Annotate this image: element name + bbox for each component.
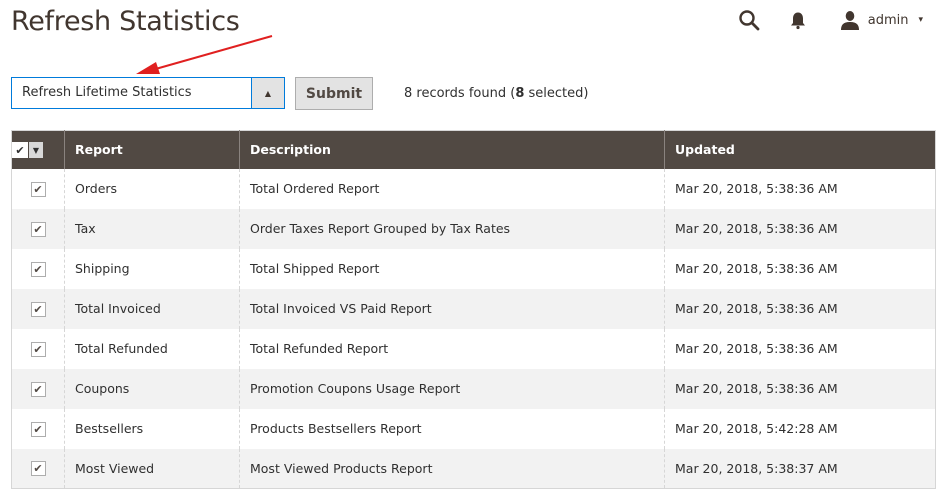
check-icon: ✔ — [33, 462, 43, 476]
statistics-grid: ✔ ▼ Report Description Updated ✔ Orders To… — [11, 130, 936, 489]
updated-cell: Mar 20, 2018, 5:38:36 AM — [664, 328, 936, 369]
description-cell: Total Shipped Report — [239, 248, 665, 289]
row-checkbox[interactable]: ✔ — [30, 381, 46, 397]
caret-up-icon: ▲ — [264, 88, 272, 98]
updated-cell: Mar 20, 2018, 5:38:36 AM — [664, 208, 936, 249]
check-icon: ✔ — [33, 382, 43, 396]
row-checkbox[interactable]: ✔ — [30, 341, 46, 357]
description-cell: Total Invoiced VS Paid Report — [239, 288, 665, 329]
row-select-cell: ✔ — [11, 168, 65, 209]
check-icon: ✔ — [33, 222, 43, 236]
description-cell: Most Viewed Products Report — [239, 448, 665, 489]
check-icon: ✔ — [33, 262, 43, 276]
row-checkbox[interactable]: ✔ — [30, 181, 46, 197]
row-select-cell: ✔ — [11, 248, 65, 289]
row-checkbox[interactable]: ✔ — [30, 261, 46, 277]
search-icon — [739, 10, 760, 31]
check-icon: ✔ — [15, 143, 25, 157]
annotation-arrow — [136, 35, 273, 74]
report-cell: Tax — [64, 208, 240, 249]
grid-header-row: ✔ ▼ Report Description Updated — [11, 130, 936, 169]
updated-cell: Mar 20, 2018, 5:38:36 AM — [664, 168, 936, 209]
action-select[interactable]: Refresh Lifetime Statistics ▲ — [11, 77, 285, 109]
report-cell: Coupons — [64, 368, 240, 409]
mass-select-dropdown[interactable]: ▼ — [29, 142, 43, 158]
submit-button[interactable]: Submit — [295, 77, 373, 110]
row-select-cell: ✔ — [11, 208, 65, 249]
description-cell: Order Taxes Report Grouped by Tax Rates — [239, 208, 665, 249]
report-cell: Total Refunded — [64, 328, 240, 369]
records-count: 8 records found (8 selected) — [404, 86, 589, 101]
select-toggle-button[interactable]: ▲ — [251, 78, 284, 108]
report-cell: Shipping — [64, 248, 240, 289]
mass-select-checkbox[interactable]: ✔ — [12, 142, 28, 158]
row-select-cell: ✔ — [11, 328, 65, 369]
check-icon: ✔ — [33, 302, 43, 316]
updated-cell: Mar 20, 2018, 5:38:36 AM — [664, 248, 936, 289]
selected-count: 8 — [515, 86, 525, 101]
row-select-cell: ✔ — [11, 368, 65, 409]
updated-cell: Mar 20, 2018, 5:38:36 AM — [664, 288, 936, 329]
table-row: ✔ Shipping Total Shipped Report Mar 20, 201… — [11, 248, 936, 289]
description-cell: Total Refunded Report — [239, 328, 665, 369]
check-icon: ✔ — [33, 182, 43, 196]
report-cell: Most Viewed — [64, 448, 240, 489]
table-row: ✔ Orders Total Ordered Report Mar 20, 2018,… — [11, 168, 936, 209]
mass-select[interactable]: ✔ ▼ — [12, 142, 43, 158]
action-select-value: Refresh Lifetime Statistics — [22, 85, 192, 100]
table-row: ✔ Tax Order Taxes Report Grouped by Tax Ra… — [11, 208, 936, 249]
table-row: ✔ Total Refunded Total Refunded Report Mar … — [11, 328, 936, 369]
row-checkbox[interactable]: ✔ — [30, 221, 46, 237]
row-checkbox[interactable]: ✔ — [30, 461, 46, 477]
description-cell: Total Ordered Report — [239, 168, 665, 209]
header-actions: admin ▾ — [738, 8, 923, 32]
report-cell: Total Invoiced — [64, 288, 240, 329]
report-cell: Orders — [64, 168, 240, 209]
bell-icon — [790, 12, 805, 29]
user-name: admin — [867, 12, 909, 28]
updated-cell: Mar 20, 2018, 5:38:36 AM — [664, 368, 936, 409]
chevron-down-icon: ▼ — [32, 145, 40, 155]
table-row: ✔ Total Invoiced Total Invoiced VS Paid Re… — [11, 288, 936, 329]
updated-cell: Mar 20, 2018, 5:42:28 AM — [664, 408, 936, 449]
chevron-down-icon: ▾ — [918, 15, 923, 25]
user-icon — [840, 11, 859, 30]
row-select-cell: ✔ — [11, 448, 65, 489]
row-checkbox[interactable]: ✔ — [30, 301, 46, 317]
table-row: ✔ Coupons Promotion Coupons Usage Report Ma… — [11, 368, 936, 409]
mass-select-header: ✔ ▼ — [11, 130, 65, 169]
row-select-cell: ✔ — [11, 288, 65, 329]
report-cell: Bestsellers — [64, 408, 240, 449]
table-row: ✔ Bestsellers Products Bestsellers Report M… — [11, 408, 936, 449]
row-select-cell: ✔ — [11, 408, 65, 449]
row-checkbox[interactable]: ✔ — [30, 421, 46, 437]
notifications-button[interactable] — [790, 11, 806, 30]
column-header-updated[interactable]: Updated — [664, 130, 936, 169]
user-menu[interactable]: admin ▾ — [840, 10, 923, 30]
description-cell: Products Bestsellers Report — [239, 408, 665, 449]
check-icon: ✔ — [33, 342, 43, 356]
column-header-description[interactable]: Description — [239, 130, 665, 169]
updated-cell: Mar 20, 2018, 5:38:37 AM — [664, 448, 936, 489]
table-row: ✔ Most Viewed Most Viewed Products Report M… — [11, 448, 936, 489]
search-button[interactable] — [738, 9, 760, 31]
column-header-report[interactable]: Report — [64, 130, 240, 169]
description-cell: Promotion Coupons Usage Report — [239, 368, 665, 409]
check-icon: ✔ — [33, 422, 43, 436]
